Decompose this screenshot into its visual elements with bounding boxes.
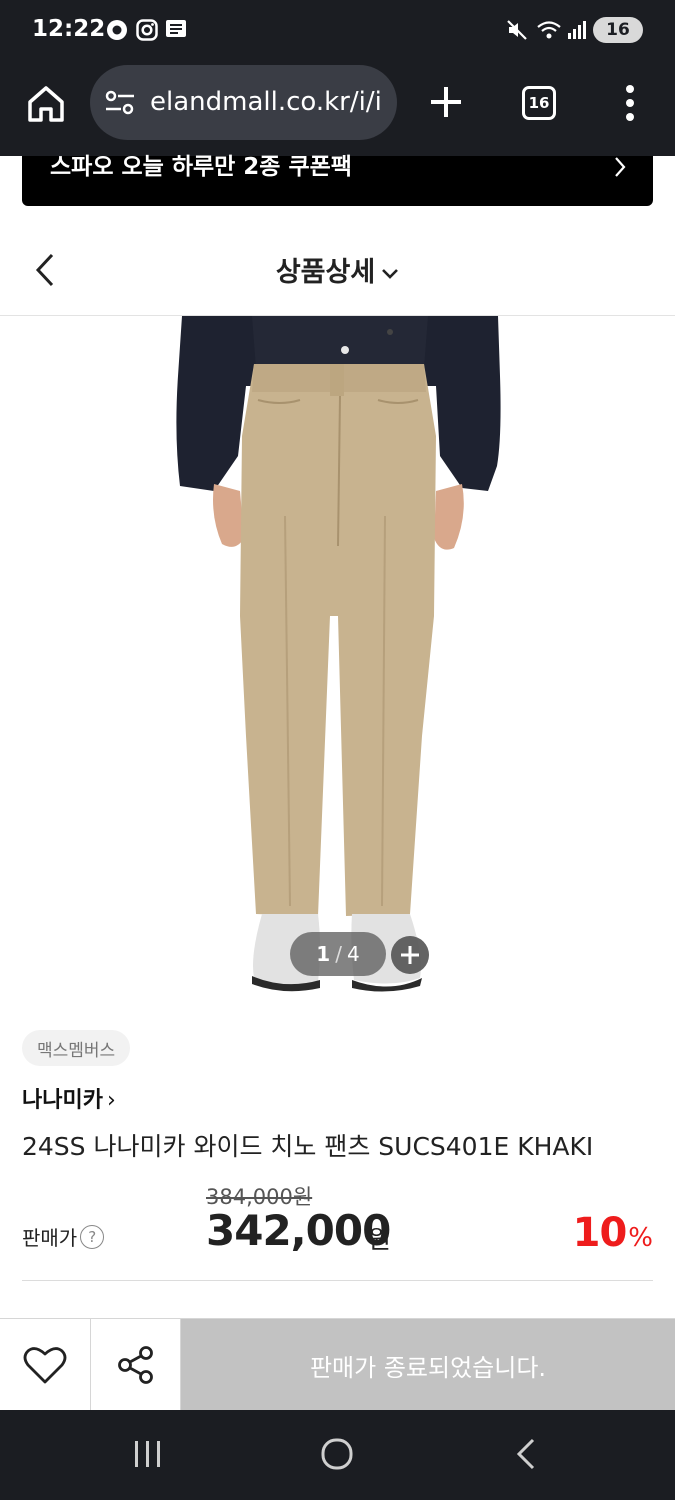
tab-count: 16 <box>528 94 550 112</box>
price-label: 판매가 <box>22 1226 78 1250</box>
product-photo <box>176 316 501 992</box>
wishlist-button[interactable] <box>0 1319 91 1411</box>
product-title: 24SS 나나미카 와이드 치노 팬츠 SUCS401E KHAKI <box>22 1132 594 1161</box>
share-button[interactable] <box>91 1319 181 1411</box>
page-title: 상품상세 <box>275 257 376 288</box>
action-bar: 판매가 종료되었습니다. <box>0 1318 675 1411</box>
currency-unit: 원 <box>368 1225 392 1254</box>
instagram-icon <box>136 19 158 41</box>
page-header: 상품상세 <box>0 222 675 316</box>
promo-banner[interactable]: 스파오 오늘 하루만 2종 쿠폰팩 <box>22 156 653 206</box>
new-tab-icon[interactable] <box>426 82 466 122</box>
recents-icon[interactable] <box>132 1437 164 1471</box>
home-circle-icon[interactable] <box>320 1437 354 1471</box>
chevron-down-icon <box>382 268 399 279</box>
product-image[interactable] <box>0 316 675 992</box>
share-icon <box>117 1346 153 1384</box>
home-icon[interactable] <box>24 82 68 126</box>
divider <box>22 1280 653 1281</box>
battery-indicator: 16 <box>593 17 643 43</box>
menu-icon[interactable] <box>620 84 640 122</box>
image-counter-separator: / <box>335 942 342 966</box>
help-icon[interactable]: ? <box>80 1224 105 1249</box>
membership-badge: 맥스멤버스 <box>22 1030 131 1066</box>
promo-text: 스파오 오늘 하루만 2종 쿠폰팩 <box>50 154 352 180</box>
discount-rate: 10% <box>573 1210 653 1256</box>
tabs-icon[interactable]: 16 <box>522 86 556 120</box>
address-bar[interactable]: elandmall.co.kr/i/i <box>90 65 397 140</box>
site-settings-icon[interactable] <box>104 89 136 117</box>
mute-icon <box>507 20 527 40</box>
heart-icon <box>23 1347 67 1384</box>
android-nav-bar <box>0 1410 675 1500</box>
signal-icon <box>568 21 586 39</box>
back-icon[interactable] <box>514 1437 538 1471</box>
price-label-row: 판매가 ? <box>22 1222 105 1251</box>
status-time: 12:22 <box>32 16 106 42</box>
sold-out-button[interactable]: 판매가 종료되었습니다. <box>181 1319 675 1411</box>
brand-arrow: › <box>106 1088 116 1113</box>
battery-level: 16 <box>606 20 630 40</box>
image-counter-total: 4 <box>346 942 360 966</box>
zoom-plus-icon[interactable] <box>391 936 429 974</box>
brand-name: 나나미카 <box>22 1088 103 1113</box>
image-counter: 1/4 <box>290 932 386 976</box>
wifi-icon <box>537 21 561 39</box>
sale-price: 342,000 <box>206 1206 391 1255</box>
discount-unit: % <box>628 1223 653 1253</box>
page-title-dropdown[interactable]: 상품상세 <box>0 250 675 289</box>
browser-toolbar: elandmall.co.kr/i/i 16 <box>0 62 675 156</box>
image-counter-current: 1 <box>316 942 331 966</box>
record-icon <box>107 20 127 40</box>
brand-link[interactable]: 나나미카 › <box>22 1082 116 1114</box>
url-text: elandmall.co.kr/i/i <box>150 87 382 117</box>
chevron-right-icon <box>615 157 626 177</box>
status-bar: 12:22 16 <box>0 0 675 62</box>
message-icon <box>166 20 186 37</box>
discount-value: 10 <box>572 1210 628 1256</box>
